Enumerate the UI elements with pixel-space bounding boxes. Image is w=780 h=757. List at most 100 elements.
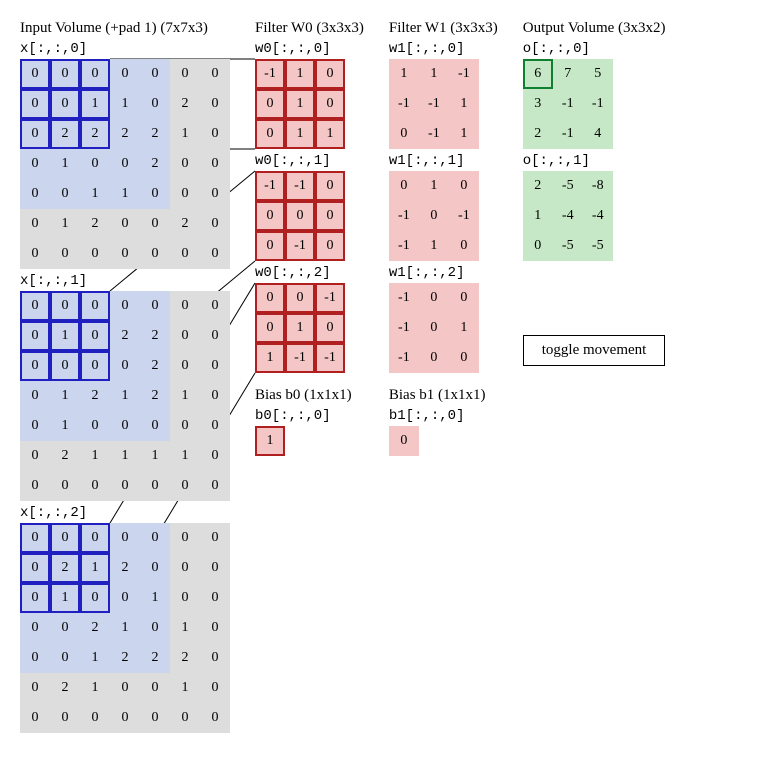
input-cell: 0 (80, 523, 110, 553)
input-cell: 2 (80, 613, 110, 643)
output-cell: -1 (583, 89, 613, 119)
input-cell: 0 (200, 119, 230, 149)
input-cell: 0 (80, 471, 110, 501)
input-cell: 1 (170, 119, 200, 149)
input-cell: 1 (110, 381, 140, 411)
input-cell: 0 (200, 643, 230, 673)
input-cell: 0 (170, 291, 200, 321)
input-cell: 0 (170, 471, 200, 501)
w0-cell: 0 (315, 231, 345, 261)
w0-cell: 1 (285, 119, 315, 149)
w1-cell: 0 (419, 283, 449, 313)
input-cell: 0 (170, 179, 200, 209)
output-cell: 1 (523, 201, 553, 231)
input-cell: 1 (170, 613, 200, 643)
input-cell: 1 (80, 441, 110, 471)
input-cell: 1 (50, 209, 80, 239)
w1-cell: 1 (449, 119, 479, 149)
w0-cell: -1 (255, 59, 285, 89)
input-cell: 0 (110, 351, 140, 381)
input-cell: 1 (110, 441, 140, 471)
w0-cell: 1 (285, 89, 315, 119)
output-cell: 2 (523, 171, 553, 201)
bias-b0-grid: 1 (255, 426, 364, 456)
w0-cell: 0 (315, 171, 345, 201)
input-cell: 0 (20, 583, 50, 613)
input-cell: 0 (200, 613, 230, 643)
input-cell: 0 (20, 441, 50, 471)
input-cell: 2 (140, 351, 170, 381)
w1-cell: -1 (389, 343, 419, 373)
input-cell: 0 (80, 59, 110, 89)
output-cell: -4 (553, 201, 583, 231)
input-cell: 0 (200, 411, 230, 441)
input-cell: 0 (140, 209, 170, 239)
input-cell: 0 (140, 291, 170, 321)
w1-cell: 0 (449, 171, 479, 201)
w0-cell: 0 (255, 119, 285, 149)
toggle-movement-button[interactable]: toggle movement (523, 335, 666, 366)
input-cell: 0 (80, 321, 110, 351)
input-cell: 0 (50, 179, 80, 209)
input-grid: 0000000021200001001000021010001222002100… (20, 523, 230, 733)
input-cell: 0 (200, 471, 230, 501)
input-cell: 0 (200, 441, 230, 471)
input-cell: 0 (170, 523, 200, 553)
input-cell: 1 (110, 179, 140, 209)
output-slice-label: o[:,:,0] (523, 41, 666, 57)
input-cell: 0 (140, 523, 170, 553)
w0-cell: 0 (255, 313, 285, 343)
input-cell: 2 (170, 89, 200, 119)
input-cell: 0 (50, 239, 80, 269)
input-cell: 0 (140, 411, 170, 441)
input-cell: 2 (50, 119, 80, 149)
input-cell: 0 (200, 179, 230, 209)
input-cell: 2 (80, 209, 110, 239)
input-cell: 0 (50, 471, 80, 501)
output-grid: 6753-1-12-14 (523, 59, 666, 149)
input-cell: 0 (110, 239, 140, 269)
w0-grid: 00-10101-1-1 (255, 283, 364, 373)
input-cell: 2 (110, 643, 140, 673)
input-cell: 0 (110, 291, 140, 321)
input-cell: 0 (50, 351, 80, 381)
input-cell: 2 (140, 381, 170, 411)
input-cell: 0 (170, 553, 200, 583)
input-cell: 0 (110, 523, 140, 553)
input-cell: 1 (50, 381, 80, 411)
w1-cell: 1 (449, 313, 479, 343)
output-cell: 7 (553, 59, 583, 89)
input-cell: 2 (50, 553, 80, 583)
bias-b1-grid: 0 (389, 426, 498, 456)
output-cell: -1 (553, 119, 583, 149)
input-cell: 0 (200, 523, 230, 553)
w1-cell: -1 (389, 231, 419, 261)
filter-w0-column: Filter W0 (3x3x3) w0[:,:,0]-110010011w0[… (255, 20, 364, 456)
input-cell: 1 (80, 673, 110, 703)
input-cell: 0 (140, 673, 170, 703)
output-cell: -5 (553, 171, 583, 201)
input-cell: 2 (170, 643, 200, 673)
w1-slice-label: w1[:,:,0] (389, 41, 498, 57)
input-cell: 0 (50, 59, 80, 89)
w1-cell: 1 (419, 59, 449, 89)
w0-cell: 0 (255, 231, 285, 261)
input-cell: 0 (110, 703, 140, 733)
input-cell: 1 (80, 179, 110, 209)
input-cell: 0 (20, 673, 50, 703)
bias-b1-title: Bias b1 (1x1x1) (389, 387, 498, 404)
input-cell: 2 (80, 119, 110, 149)
input-cell: 0 (20, 613, 50, 643)
input-cell: 0 (170, 411, 200, 441)
input-cell: 0 (20, 523, 50, 553)
output-cell: 3 (523, 89, 553, 119)
w0-cell: 0 (255, 89, 285, 119)
input-cell: 1 (110, 613, 140, 643)
input-cell: 0 (80, 149, 110, 179)
input-slice-label: x[:,:,0] (20, 41, 230, 57)
w1-cell: 1 (449, 89, 479, 119)
input-cell: 0 (50, 643, 80, 673)
input-cell: 1 (170, 673, 200, 703)
input-cell: 1 (80, 643, 110, 673)
input-slice-label: x[:,:,1] (20, 273, 230, 289)
